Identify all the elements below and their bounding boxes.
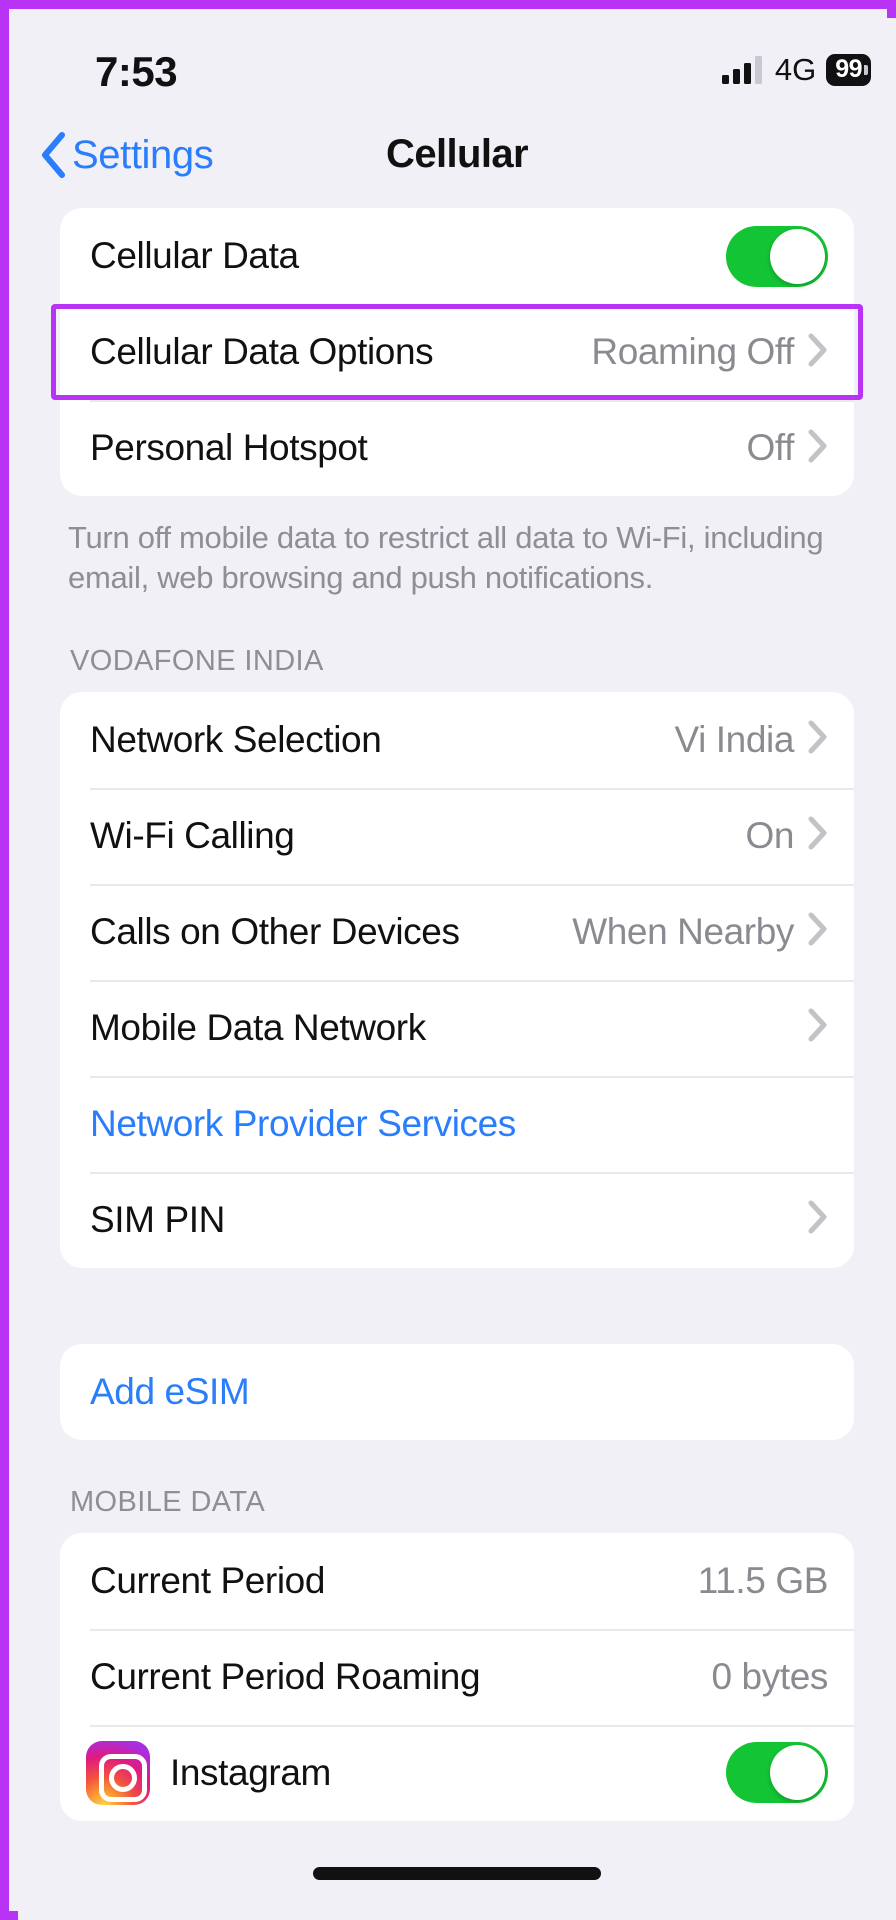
row-value: 11.5 GB <box>697 1559 829 1601</box>
row-label: Mobile Data Network <box>90 1006 426 1048</box>
row-accessory: Vi India <box>674 719 828 761</box>
home-indicator[interactable] <box>313 1867 601 1880</box>
row-accessory <box>808 1008 828 1047</box>
row-current-period-roaming: Current Period Roaming 0 bytes <box>60 1628 854 1725</box>
row-value: When Nearby <box>572 910 794 952</box>
chevron-right-icon <box>808 912 828 951</box>
network-type-label: 4G <box>774 52 817 87</box>
instagram-data-toggle[interactable] <box>726 1742 828 1804</box>
row-accessory <box>808 1200 828 1239</box>
row-accessory: On <box>745 815 828 857</box>
chevron-right-icon <box>808 429 828 468</box>
phone-screen: 7:53 4G 99 Settings Cellular Cellular Da… <box>18 18 896 1920</box>
carrier-card: Network Selection Vi India Wi-Fi Calling… <box>60 691 854 1268</box>
row-label: Wi-Fi Calling <box>90 814 295 856</box>
row-value: Off <box>746 427 795 468</box>
cellular-signal-icon <box>721 56 762 84</box>
esim-card: Add eSIM <box>60 1343 854 1440</box>
row-cellular-data-options[interactable]: Cellular Data Options Roaming Off <box>60 304 854 400</box>
row-accessory: Off <box>747 427 828 469</box>
mobile-data-card: Current Period 11.5 GB Current Period Ro… <box>60 1532 854 1821</box>
section-header-mobile-data: MOBILE DATA <box>70 1485 266 1518</box>
row-accessory: Roaming Off <box>591 331 828 373</box>
row-accessory <box>726 1742 828 1804</box>
annotation-frame: 7:53 4G 99 Settings Cellular Cellular Da… <box>0 0 896 1920</box>
navigation-bar: Settings Cellular <box>18 122 896 208</box>
section-header-carrier: VODAFONE INDIA <box>70 644 324 677</box>
status-bar: 7:53 4G 99 <box>18 18 896 122</box>
row-mobile-data-network[interactable]: Mobile Data Network <box>60 979 854 1076</box>
row-app-instagram[interactable]: Instagram <box>60 1724 854 1821</box>
row-current-period: Current Period 11.5 GB <box>60 1533 854 1629</box>
row-accessory <box>726 225 828 287</box>
row-label: Current Period <box>90 1559 326 1601</box>
row-label: Calls on Other Devices <box>90 910 460 952</box>
row-value: Vi India <box>674 718 794 760</box>
cellular-data-footnote: Turn off mobile data to restrict all dat… <box>68 520 824 596</box>
row-label: Cellular Data <box>90 235 299 276</box>
instagram-icon <box>86 1740 150 1805</box>
row-label: Network Provider Services <box>90 1102 516 1144</box>
settings-list[interactable]: Cellular Data Cellular Data Options Roam… <box>18 208 896 1920</box>
row-label: Personal Hotspot <box>90 427 368 468</box>
chevron-right-icon <box>808 816 828 855</box>
chevron-right-icon <box>808 333 828 372</box>
row-value: Roaming Off <box>591 331 794 372</box>
row-sim-pin[interactable]: SIM PIN <box>60 1171 854 1268</box>
row-wifi-calling[interactable]: Wi-Fi Calling On <box>60 787 854 884</box>
status-clock: 7:53 <box>95 48 178 95</box>
row-accessory: 0 bytes <box>712 1656 829 1698</box>
battery-tip-icon <box>864 65 868 75</box>
row-network-selection[interactable]: Network Selection Vi India <box>60 692 854 788</box>
row-accessory: 11.5 GB <box>697 1559 829 1602</box>
page-title: Cellular <box>386 132 529 176</box>
row-value: On <box>745 814 794 856</box>
chevron-right-icon <box>808 1200 828 1239</box>
chevron-right-icon <box>808 720 828 759</box>
row-value: 0 bytes <box>711 1655 829 1697</box>
row-cellular-data[interactable]: Cellular Data <box>60 208 854 304</box>
row-calls-on-other-devices[interactable]: Calls on Other Devices When Nearby <box>60 883 854 980</box>
row-label: Network Selection <box>90 718 382 760</box>
row-network-provider-services[interactable]: Network Provider Services <box>60 1075 854 1172</box>
row-label: Cellular Data Options <box>90 331 434 372</box>
row-accessory: When Nearby <box>572 911 828 953</box>
row-label: Current Period Roaming <box>90 1655 481 1697</box>
cellular-data-card: Cellular Data Cellular Data Options Roam… <box>60 208 854 496</box>
row-personal-hotspot[interactable]: Personal Hotspot Off <box>60 400 854 496</box>
chevron-right-icon <box>808 1008 828 1047</box>
app-name: Instagram <box>170 1751 331 1793</box>
row-label: SIM PIN <box>90 1198 225 1240</box>
cellular-data-toggle[interactable] <box>726 225 828 287</box>
row-label: Add eSIM <box>90 1370 250 1412</box>
row-add-esim[interactable]: Add eSIM <box>60 1344 854 1440</box>
status-indicators: 4G 99 <box>721 52 871 88</box>
